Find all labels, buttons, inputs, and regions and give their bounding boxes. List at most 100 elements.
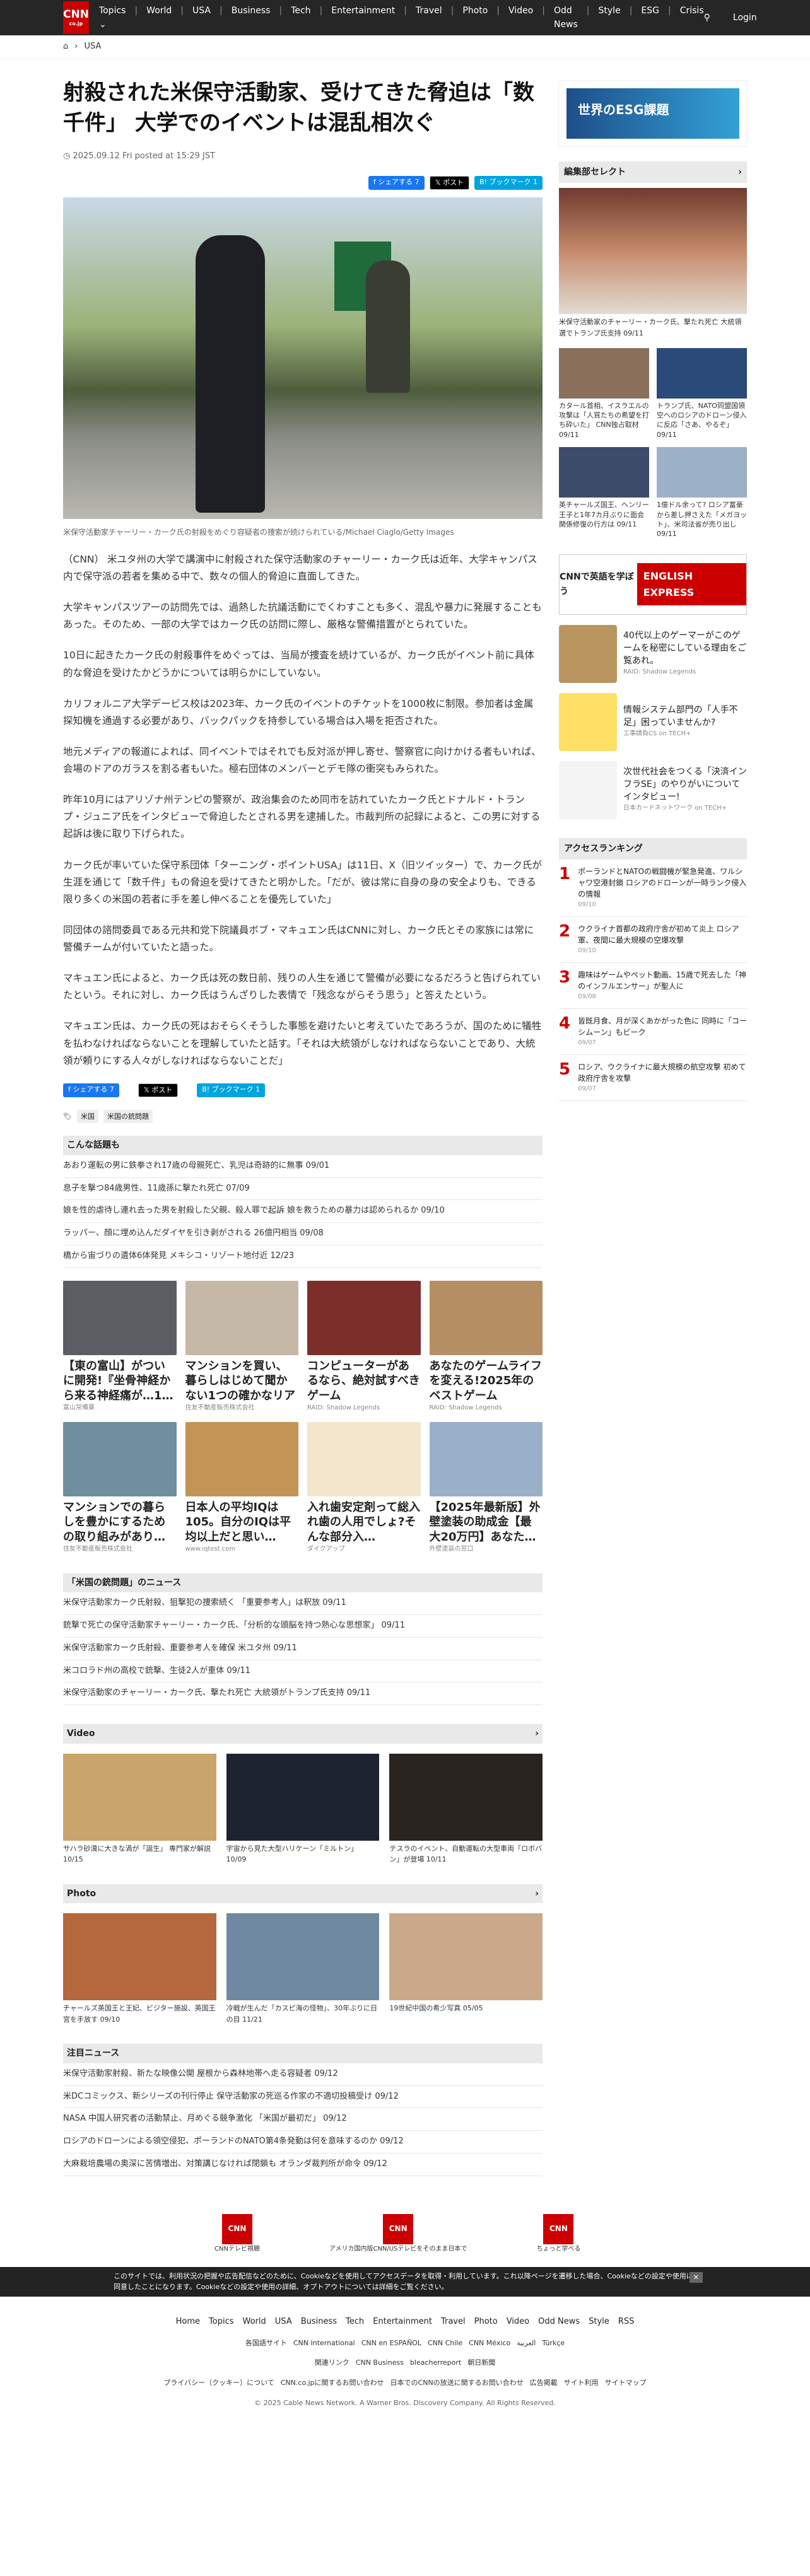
footer-link[interactable]: RSS bbox=[618, 2316, 635, 2329]
editors-main-caption[interactable]: 米保守活動家のチャーリー・カーク氏、撃たれ死亡 大統領選でトランプ氏支持 09/… bbox=[559, 317, 747, 339]
notable-item[interactable]: 大麻栽培農場の奥深に苦情増出、対策講じなければ閉鎖も オランダ裁判所が命令 09… bbox=[63, 2153, 543, 2176]
footer-link[interactable]: プライバシー（クッキー）について bbox=[163, 2377, 274, 2389]
footer-service-label[interactable]: アメリカ国内版CNN/USテレビをそのまま日本で bbox=[329, 2244, 467, 2254]
editors-card[interactable]: 1億ドル余って? ロシア富豪から差し押さえた「メガヨット」、米司法省が売り出し … bbox=[657, 447, 747, 539]
cnn-logo[interactable]: CNN bbox=[221, 2213, 252, 2244]
ranking-title[interactable]: ロシア、ウクライナに最大規模の航空攻撃 初めて政府庁舎を攻撃 bbox=[578, 1061, 747, 1084]
video-thumbnail[interactable] bbox=[389, 1753, 543, 1841]
video-thumbnail[interactable] bbox=[63, 1753, 216, 1841]
footer-link[interactable]: CNN Business bbox=[356, 2357, 404, 2369]
gun-news-item[interactable]: 米保守活動家のチャーリー・カーク氏、撃たれ死亡 大統領がトランプ氏支持 09/1… bbox=[63, 1682, 543, 1706]
nav-item[interactable]: Odd News bbox=[554, 4, 578, 32]
editors-caption[interactable]: カタール首相、イスラエルの攻撃は「人質たちの希望を打ち砕いた」 CNN独占取材 … bbox=[559, 401, 649, 440]
footer-service[interactable]: CNN ちょっと学べる bbox=[536, 2213, 580, 2254]
nav-item[interactable]: Tech bbox=[291, 4, 310, 32]
nav-item[interactable]: Topics ⌄ bbox=[99, 4, 126, 32]
ranking-item[interactable]: 1 ポーランドとNATOの戦闘機が緊急発進、ワルシャワ空港封鎖 ロシアのドローンが… bbox=[559, 860, 747, 918]
ad-card[interactable]: 入れ歯安定剤って総入れ歯の人用でしょ?そんな部分入… ダイクアップ bbox=[307, 1421, 421, 1554]
video-card[interactable]: 宇宙から見た大型ハリケーン「ミルトン」 10/09 bbox=[226, 1753, 380, 1865]
photo-thumbnail[interactable] bbox=[63, 1913, 216, 2001]
footer-service-label[interactable]: CNNテレビ視聴 bbox=[214, 2244, 260, 2254]
ad-image[interactable] bbox=[185, 1280, 298, 1355]
footer-link[interactable]: Travel bbox=[441, 2316, 466, 2329]
editors-thumbnail[interactable] bbox=[657, 347, 747, 399]
photo-thumbnail[interactable] bbox=[389, 1913, 543, 2001]
video-card[interactable]: テスラのイベント、自動運転の大型車両「ロボバン」が登場 10/11 bbox=[389, 1753, 543, 1865]
pr-title[interactable]: 情報システム部門の「人手不足」困っていませんか? bbox=[623, 704, 747, 729]
notable-item[interactable]: 米DCコミックス、新シリーズの刊行停止 保守活動家の死巡る作家の不適切投稿受け … bbox=[63, 2086, 543, 2109]
recommend-item[interactable]: 橋から宙づりの遺体6体発見 メキシコ・リゾート地付近 12/23 bbox=[63, 1245, 543, 1268]
notable-item[interactable]: ロシアのドローンによる領空侵犯、ポーランドのNATO第4条発動は何を意味するのか… bbox=[63, 2131, 543, 2153]
nav-item[interactable]: Travel bbox=[416, 4, 442, 32]
editors-thumbnail[interactable] bbox=[559, 347, 649, 399]
hatena-bookmark-button[interactable]: B! ブックマーク 1 bbox=[197, 1083, 266, 1097]
video-caption[interactable]: 宇宙から見た大型ハリケーン「ミルトン」 10/09 bbox=[226, 1843, 380, 1865]
photo-caption[interactable]: 19世紀中国の希少写真 05/05 bbox=[389, 2003, 543, 2014]
ad-image[interactable] bbox=[63, 1421, 177, 1496]
photo-heading[interactable]: Photo › bbox=[63, 1884, 543, 1904]
footer-link[interactable]: Home bbox=[176, 2316, 200, 2329]
close-icon[interactable]: ✕ bbox=[689, 2271, 703, 2283]
editors-caption[interactable]: 英チャールズ国王、ヘンリー王子と1年7カ月ぶりに面会 関係修復の行方は 09/1… bbox=[559, 500, 649, 529]
footer-link[interactable]: World bbox=[243, 2316, 266, 2329]
ad-image[interactable] bbox=[63, 1280, 177, 1355]
recommend-item[interactable]: 娘を性的虐待し連れ去った男を射殺した父親、殺人罪で起訴 娘を救うための暴力は認め… bbox=[63, 1200, 543, 1223]
pr-thumbnail[interactable] bbox=[559, 624, 617, 683]
ad-title[interactable]: あなたのゲームライフを変える!2025年のベストゲーム bbox=[430, 1359, 543, 1403]
ad-card[interactable]: 日本人の平均IQは105。自分のIQは平均以上だと思い… www.iqtest.c… bbox=[185, 1421, 298, 1554]
footer-link[interactable]: CNN en ESPAÑOL bbox=[361, 2338, 421, 2349]
video-caption[interactable]: サハラ砂漠に大きな渦が「誕生」 専門家が解説 10/15 bbox=[63, 1843, 216, 1865]
photo-caption[interactable]: チャールズ英国王と王妃、ビジター施設、英国王宮を手放す 09/10 bbox=[63, 2003, 216, 2025]
english-express-banner[interactable]: CNNで英語を学ぼう ENGLISH EXPRESS bbox=[559, 554, 747, 615]
breadcrumb-section[interactable]: USA bbox=[84, 40, 101, 54]
footer-link[interactable]: Entertainment bbox=[373, 2316, 432, 2329]
footer-link[interactable]: CNN International bbox=[293, 2338, 355, 2349]
ad-image[interactable] bbox=[307, 1421, 421, 1496]
x-post-button[interactable]: 𝕏 ポスト bbox=[138, 1083, 179, 1097]
ad-card[interactable]: マンションでの暮らしを豊かにするための取り組みがあり… 住友不動産販売株式会社 bbox=[63, 1421, 177, 1554]
ad-image[interactable] bbox=[307, 1280, 421, 1355]
footer-link[interactable]: 関連リンク bbox=[315, 2357, 349, 2369]
cnn-logo[interactable]: CNN bbox=[543, 2213, 574, 2244]
ad-image[interactable] bbox=[185, 1421, 298, 1496]
video-heading[interactable]: Video › bbox=[63, 1724, 543, 1744]
ad-card[interactable]: コンピューターがあるなら、絶対試すべきゲーム RAID: Shadow Legen… bbox=[307, 1280, 421, 1413]
ad-title[interactable]: マンションでの暮らしを豊かにするための取り組みがあり… bbox=[63, 1500, 177, 1544]
notable-item[interactable]: 米保守活動家射殺、新たな映像公開 屋根から森林地帯へ走る容疑者 09/12 bbox=[63, 2063, 543, 2086]
gun-news-item[interactable]: 米保守活動家カーク氏射殺、狙撃犯の捜索続く 「重要参考人」は釈放 09/11 bbox=[63, 1592, 543, 1616]
editors-caption[interactable]: トランプ氏、NATO同盟国領空へのロシアのドローン侵入に反応「さあ、やるぞ」 0… bbox=[657, 401, 747, 440]
nav-item[interactable]: Entertainment bbox=[331, 4, 395, 32]
photo-card[interactable]: 19世紀中国の希少写真 05/05 bbox=[389, 1913, 543, 2025]
ad-card[interactable]: あなたのゲームライフを変える!2025年のベストゲーム RAID: Shadow … bbox=[429, 1280, 543, 1413]
photo-caption[interactable]: 冷戦が生んだ「カスピ海の怪物」、30年ぶりに日の目 11/21 bbox=[226, 2003, 380, 2025]
video-card[interactable]: サハラ砂漠に大きな渦が「誕生」 専門家が解説 10/15 bbox=[63, 1753, 216, 1865]
hatena-bookmark-button[interactable]: B! ブックマーク 1 bbox=[474, 175, 543, 190]
footer-link[interactable]: サイトマップ bbox=[605, 2377, 647, 2389]
nav-item[interactable]: World bbox=[146, 4, 172, 32]
chevron-right-icon[interactable]: › bbox=[535, 1887, 539, 1901]
footer-link[interactable]: CNN México bbox=[469, 2338, 510, 2349]
ad-title[interactable]: 【2025年最新版】外壁塗装の助成金【最大20万円】あなた… bbox=[430, 1500, 543, 1544]
ranking-title[interactable]: ウクライナ首都の政府庁舎が初めて炎上 ロシア軍、夜間に最大規模の空爆攻撃 bbox=[578, 923, 747, 946]
footer-service[interactable]: CNN CNNテレビ視聴 bbox=[214, 2213, 260, 2254]
recommend-item[interactable]: ラッパー、顔に埋め込んだダイヤを引き剥がされる 26億円相当 09/08 bbox=[63, 1223, 543, 1246]
footer-service-label[interactable]: ちょっと学べる bbox=[536, 2244, 580, 2254]
esg-banner[interactable]: 世界のESG課題 bbox=[558, 80, 748, 147]
editors-caption[interactable]: 1億ドル余って? ロシア富豪から差し押さえた「メガヨット」、米司法省が売り出し … bbox=[657, 500, 747, 539]
footer-link[interactable]: Türkçe bbox=[542, 2338, 565, 2349]
footer-link[interactable]: 日本でのCNNの放送に関するお問い合わせ bbox=[390, 2377, 524, 2389]
nav-item[interactable]: Crisis bbox=[680, 4, 704, 32]
ranking-item[interactable]: 4 皆既月食、月が深くあかがった色に 同時に「コーシムーン」もビーク 09/07 bbox=[559, 1009, 747, 1056]
footer-link[interactable]: Topics bbox=[209, 2316, 233, 2329]
ad-card[interactable]: 【2025年最新版】外壁塗装の助成金【最大20万円】あなた… 外壁塗装の窓口 bbox=[429, 1421, 543, 1554]
footer-link[interactable]: CNN.co.jpに関するお問い合わせ bbox=[281, 2377, 384, 2389]
footer-link[interactable]: サイト利用 bbox=[564, 2377, 599, 2389]
footer-link[interactable]: USA bbox=[275, 2316, 292, 2329]
tag-link[interactable]: 米国 bbox=[76, 1109, 98, 1124]
facebook-share-button[interactable]: f シェアする 7 bbox=[368, 175, 425, 190]
footer-link[interactable]: 広告掲載 bbox=[530, 2377, 558, 2389]
login-link[interactable]: Login bbox=[733, 11, 757, 25]
gun-news-item[interactable]: 米コロラド州の高校で銃撃、生徒2人が重体 09/11 bbox=[63, 1660, 543, 1683]
editors-card[interactable]: カタール首相、イスラエルの攻撃は「人質たちの希望を打ち砕いた」 CNN独占取材 … bbox=[559, 347, 649, 440]
footer-link[interactable]: العربية bbox=[517, 2338, 536, 2349]
